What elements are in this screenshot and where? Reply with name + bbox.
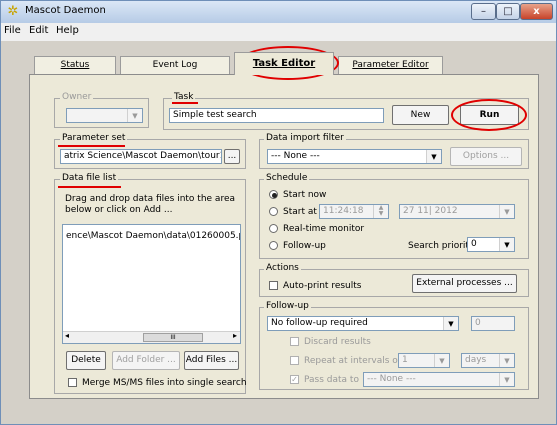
scroll-left-icon[interactable]: ◂ [65,331,69,340]
parameter-set-underline [58,145,125,147]
pass-data-checkbox[interactable]: ✓ [290,375,299,384]
data-file-hint: Drag and drop data files into the area b… [65,194,235,215]
new-task-button[interactable]: New [392,105,449,125]
menu-edit[interactable]: Edit [29,25,48,36]
chevron-down-icon: ▼ [499,373,514,386]
real-time-monitor-radio[interactable] [269,224,278,233]
follow-up-select[interactable]: No follow-up required ▼ [267,316,459,331]
owner-select[interactable]: ▼ [66,108,143,123]
repeat-unit-select[interactable]: days ▼ [461,353,515,368]
start-date-value: 27 11| 2012 [403,206,458,216]
owner-label: Owner [60,92,94,102]
pass-data-label: Pass data to [304,375,359,385]
external-processes-button[interactable]: External processes ... [412,274,517,293]
follow-up-radio[interactable] [269,241,278,250]
chevron-down-icon: ▼ [127,109,142,122]
browse-parameter-button[interactable]: ... [224,149,240,164]
discard-results-checkbox[interactable] [290,337,299,346]
scroll-right-icon[interactable]: ▸ [233,331,237,340]
search-priority-label: Search priority [408,241,475,251]
maximize-button[interactable]: □ [496,3,520,20]
window-title: Mascot Daemon [25,5,106,16]
pass-data-value: --- None --- [367,374,416,384]
title-bar: ✲ Mascot Daemon – □ x [1,1,556,23]
add-files-button[interactable]: Add Files ... [184,351,239,370]
auto-print-checkbox[interactable] [269,281,278,290]
task-label: Task [172,92,196,102]
tab-event-log[interactable]: Event Log [120,56,230,74]
chevron-down-icon: ▼ [434,354,449,367]
task-name-input[interactable]: Simple test search [169,108,384,123]
main-window: ✲ Mascot Daemon – □ x File Edit Help Sta… [0,0,557,425]
follow-up-number-field[interactable]: 0 [471,316,515,331]
time-spinner-icon: ▲ ▼ [373,205,388,218]
search-priority-select[interactable]: 0 ▼ [467,237,515,252]
tab-parameter-editor-label: Parameter Editor [352,60,429,70]
schedule-label: Schedule [264,173,310,183]
file-list-item[interactable]: ence\Mascot Daemon\data\01260005.pkl [66,231,240,241]
gear-icon: ✲ [7,4,19,19]
follow-up-value: No follow-up required [271,318,368,328]
pass-data-select[interactable]: --- None --- ▼ [363,372,515,387]
repeat-unit-value: days [465,355,487,365]
merge-checkbox[interactable] [68,378,77,387]
start-now-label: Start now [283,190,327,200]
start-at-radio[interactable] [269,207,278,216]
tab-task-editor[interactable]: Task Editor [234,52,334,75]
search-priority-value: 0 [471,239,477,249]
delete-button[interactable]: Delete [66,351,106,370]
start-at-label: Start at [283,207,317,217]
scrollbar-thumb[interactable]: III [143,333,203,342]
chevron-down-icon: ▼ [499,354,514,367]
data-import-filter-select[interactable]: --- None --- ▼ [267,149,442,164]
merge-label: Merge MS/MS files into single search [82,378,247,388]
data-file-list-underline [58,186,121,188]
start-date-field[interactable]: 27 11| 2012 ▼ [399,204,515,219]
minimize-button[interactable]: – [471,3,496,20]
tab-task-editor-label: Task Editor [252,58,316,69]
data-file-listbox[interactable]: ence\Mascot Daemon\data\01260005.pkl ◂ I… [62,224,241,344]
data-import-filter-label: Data import filter [264,133,346,143]
tab-event-log-label: Event Log [152,60,198,70]
chevron-down-icon: ▼ [499,205,514,218]
start-time-value: 11:24:18 [323,206,364,216]
add-folder-button[interactable]: Add Folder ... [112,351,180,370]
start-now-radio[interactable] [269,190,278,199]
options-button[interactable]: Options ... [450,147,522,166]
discard-results-label: Discard results [304,337,371,347]
data-import-filter-value: --- None --- [271,151,320,161]
tab-parameter-editor[interactable]: Parameter Editor [338,56,443,74]
data-file-list-label: Data file list [60,173,119,183]
parameter-set-label: Parameter set [60,133,128,143]
task-underline [172,102,198,104]
real-time-monitor-label: Real-time monitor [283,224,365,234]
repeat-label: Repeat at intervals of [304,356,401,366]
actions-label: Actions [264,263,301,273]
close-button[interactable]: x [520,3,553,20]
parameter-set-input[interactable]: atrix Science\Mascot Daemon\tour1.par [60,149,222,164]
menu-help[interactable]: Help [56,25,79,36]
chevron-down-icon: ▼ [499,238,514,251]
menu-file[interactable]: File [4,25,21,36]
tab-status-label: Status [60,60,90,70]
repeat-checkbox[interactable] [290,356,299,365]
repeat-interval-select[interactable]: 1 ▼ [398,353,450,368]
horizontal-scrollbar[interactable]: ◂ III ▸ [63,331,240,343]
follow-up-radio-label: Follow-up [283,241,326,251]
start-time-field[interactable]: 11:24:18 ▲ ▼ [319,204,389,219]
auto-print-label: Auto-print results [283,281,362,291]
tab-status[interactable]: Status [34,56,116,74]
follow-up-label: Follow-up [264,301,311,311]
chevron-down-icon: ▼ [426,150,441,163]
menu-bar [1,23,556,41]
repeat-interval-value: 1 [402,355,408,365]
chevron-down-icon: ▼ [443,317,458,330]
run-highlight-oval [451,99,527,131]
